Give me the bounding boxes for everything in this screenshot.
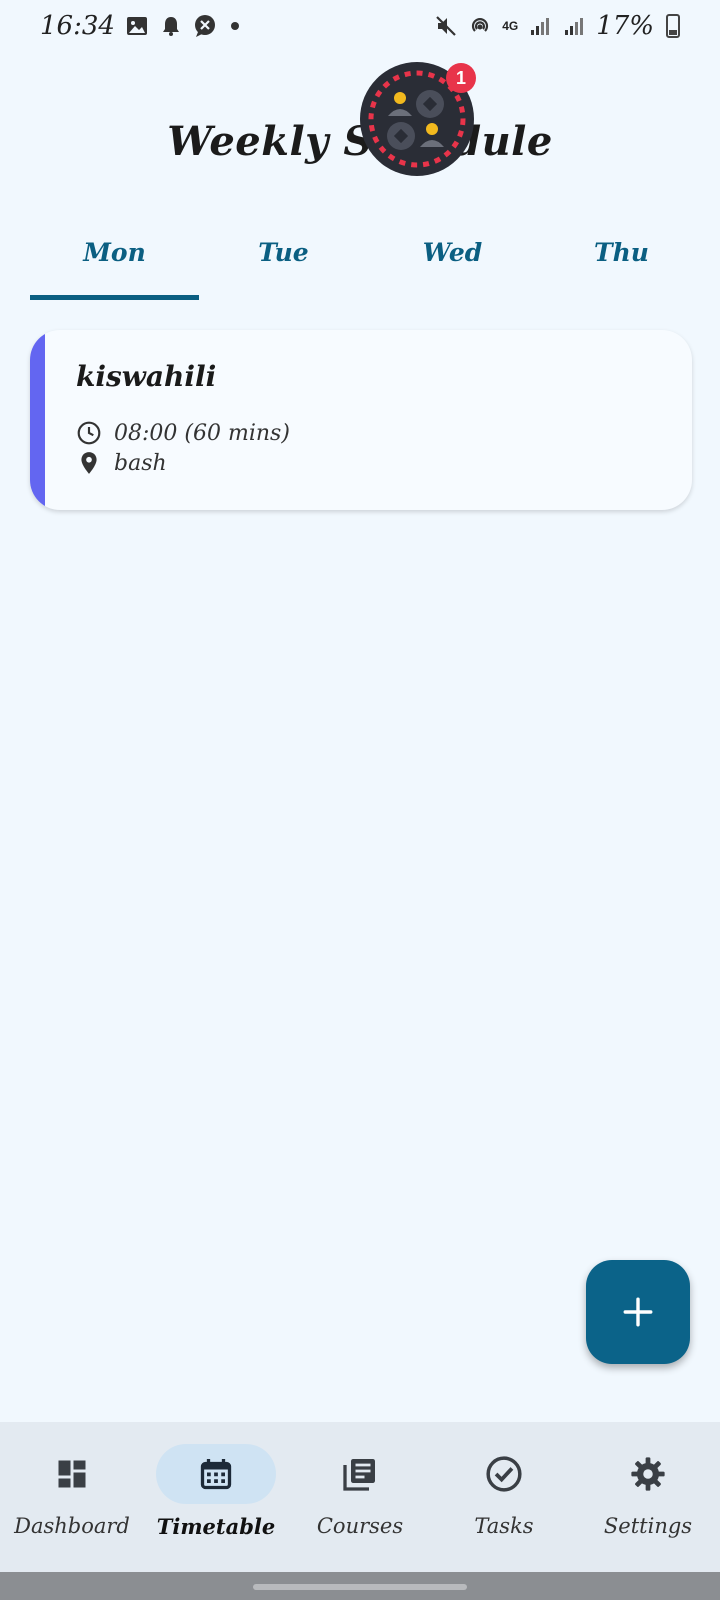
signal-icon [565, 18, 584, 35]
status-right: 4G 17% [434, 11, 680, 41]
tab-thu[interactable]: Thu [537, 218, 706, 300]
check-circle-icon [486, 1456, 522, 1492]
system-gesture-bar [0, 1572, 720, 1600]
nav-label-timetable: Timetable [156, 1514, 276, 1539]
nav-icon-container [444, 1444, 564, 1504]
nav-item-tasks[interactable]: Tasks [432, 1422, 576, 1572]
plus-icon [623, 1297, 653, 1327]
nav-label-settings: Settings [603, 1514, 693, 1538]
class-card[interactable]: kiswahili 08:00 (60 mins) bash [30, 330, 692, 510]
nav-icon-container [12, 1444, 132, 1504]
status-bar: 16:34 4G 17% [0, 0, 720, 52]
nav-icon-container [300, 1444, 420, 1504]
tab-tue[interactable]: Tue [199, 218, 368, 300]
nav-item-courses[interactable]: Courses [288, 1422, 432, 1572]
class-location: bash [114, 450, 167, 476]
class-title: kiswahili [76, 360, 217, 393]
courses-icon [343, 1459, 375, 1491]
location-pin-icon [81, 452, 97, 474]
tab-wed[interactable]: Wed [368, 218, 537, 300]
nav-label-tasks: Tasks [474, 1514, 534, 1538]
network-4g-icon: 4G [502, 19, 519, 33]
dot-icon [230, 22, 239, 30]
nav-item-timetable[interactable]: Timetable [144, 1422, 288, 1572]
gesture-handle[interactable] [253, 1584, 467, 1590]
add-class-button[interactable] [586, 1260, 690, 1364]
signal-icon [531, 18, 550, 35]
image-icon [126, 17, 147, 35]
mute-icon [436, 16, 456, 36]
nav-icon-container [156, 1444, 276, 1504]
gear-icon [631, 1457, 665, 1491]
notification-badge: 1 [446, 63, 476, 93]
nav-item-settings[interactable]: Settings [576, 1422, 720, 1572]
class-color-stripe [30, 330, 45, 510]
class-time-row: 08:00 (60 mins) [76, 420, 290, 446]
bell-icon [162, 17, 179, 36]
battery-percent: 17% [596, 11, 654, 41]
class-time: 08:00 (60 mins) [114, 420, 290, 446]
hotspot-icon [472, 18, 489, 32]
dashboard-icon [58, 1460, 86, 1488]
day-tabs: Mon Tue Wed Thu [30, 218, 706, 300]
battery-icon [666, 14, 680, 38]
nav-item-dashboard[interactable]: Dashboard [0, 1422, 144, 1572]
nav-label-dashboard: Dashboard [14, 1514, 130, 1538]
nav-label-courses: Courses [316, 1514, 404, 1538]
bottom-navigation: Dashboard Timetable Courses Tasks Settin… [0, 1422, 720, 1572]
chat-icon [194, 15, 215, 37]
nav-icon-container [588, 1444, 708, 1504]
class-location-row: bash [76, 450, 167, 476]
status-left: 16:34 [40, 11, 239, 41]
clock-icon [77, 421, 101, 445]
tab-mon[interactable]: Mon [30, 218, 199, 300]
status-time: 16:34 [40, 11, 115, 41]
calendar-icon [200, 1459, 232, 1490]
